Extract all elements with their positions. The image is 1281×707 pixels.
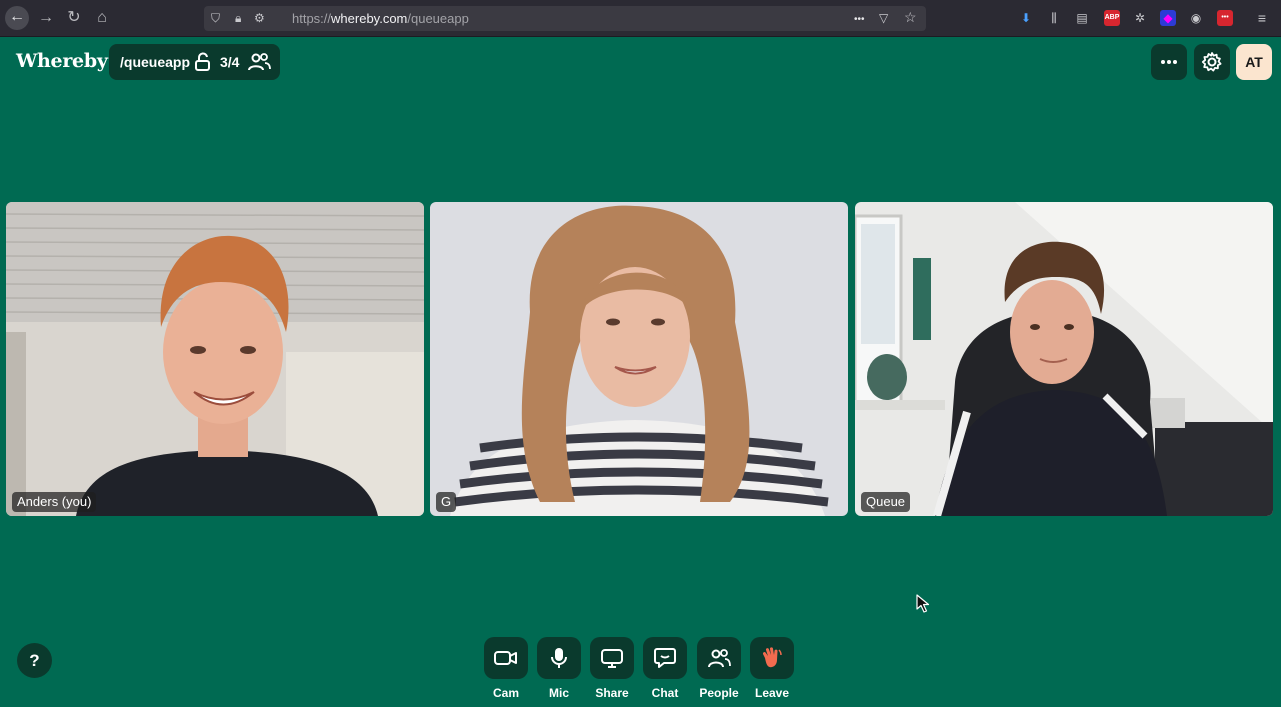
mouse-pointer-icon <box>916 594 930 613</box>
gear-icon <box>1201 52 1222 72</box>
url-host: whereby.com <box>331 11 408 26</box>
extension-color-icon[interactable]: ◆ <box>1160 10 1176 26</box>
participant-name-tag: Queue <box>861 492 911 512</box>
home-icon[interactable]: ⌂ <box>91 7 113 29</box>
people-icon <box>248 53 271 71</box>
url-prefix: https:// <box>292 11 332 26</box>
cam-button[interactable] <box>484 637 528 679</box>
leave-control[interactable]: Leave <box>750 637 794 700</box>
cam-control[interactable]: Cam <box>484 637 528 700</box>
url-text[interactable]: https://whereby.com/queueapp <box>292 11 469 26</box>
address-bar[interactable]: ⛉ 🔒︎ ⚙ https://whereby.com/queueapp ••• … <box>204 6 926 31</box>
more-options-button[interactable] <box>1151 44 1187 80</box>
microphone-icon <box>551 648 567 668</box>
chat-control[interactable]: Chat <box>643 637 687 700</box>
chat-bubble-icon <box>654 648 676 668</box>
sidebar-icon[interactable]: ▤ <box>1074 10 1090 26</box>
library-icon[interactable]: ⫼ <box>1046 10 1062 26</box>
room-info[interactable]: /queueapp 3/4 <box>109 44 280 80</box>
user-avatar[interactable]: AT <box>1236 44 1272 80</box>
settings-button[interactable] <box>1194 44 1230 80</box>
camera-icon <box>494 651 517 665</box>
whereby-logo: Whereby <box>16 50 108 72</box>
share-control[interactable]: Share <box>590 637 634 700</box>
participant-video <box>430 202 848 516</box>
more-dots-icon <box>1161 60 1177 64</box>
share-button[interactable] <box>590 637 634 679</box>
mic-control[interactable]: Mic <box>537 637 581 700</box>
video-tile-queue[interactable]: Queue <box>855 202 1273 516</box>
participant-video <box>6 202 424 516</box>
page-actions-icon[interactable]: ••• <box>854 11 865 28</box>
participant-video <box>855 202 1273 516</box>
mic-button[interactable] <box>537 637 581 679</box>
participant-name-tag: G <box>436 492 457 512</box>
leave-button[interactable] <box>750 637 794 679</box>
permissions-icon[interactable]: ⚙ <box>254 10 265 27</box>
video-tile-g[interactable]: G <box>430 202 848 516</box>
unlock-icon <box>195 52 210 71</box>
room-name: /queueapp <box>120 54 191 70</box>
download-icon[interactable]: ⬇ <box>1018 10 1034 26</box>
video-tile-anders[interactable]: Anders (you) <box>6 202 424 516</box>
forward-arrow-icon[interactable]: → <box>35 7 57 29</box>
menu-icon[interactable]: ≡ <box>1254 10 1270 26</box>
back-arrow-icon[interactable]: ← <box>5 6 29 30</box>
help-button[interactable]: ? <box>17 643 52 678</box>
people-button[interactable] <box>697 637 741 679</box>
people-control[interactable]: People <box>697 637 741 700</box>
chat-button[interactable] <box>643 637 687 679</box>
browser-toolbar: ← → ↻ ⌂ ⛉ 🔒︎ ⚙ https://whereby.com/queue… <box>0 0 1281 37</box>
people-icon <box>708 649 731 668</box>
reload-icon[interactable]: ↻ <box>63 7 85 29</box>
bookmark-star-icon[interactable]: ☆ <box>904 9 917 26</box>
extension-red-icon[interactable]: ••• <box>1217 10 1233 26</box>
account-icon[interactable]: ◉ <box>1188 10 1204 26</box>
leave-label: Leave <box>754 686 790 700</box>
adblock-icon[interactable]: ABP <box>1104 10 1120 26</box>
url-path: /queueapp <box>407 11 469 26</box>
pocket-icon[interactable]: ▽ <box>879 10 888 27</box>
screen-share-icon <box>601 649 623 668</box>
shield-icon[interactable]: ⛉ <box>211 10 220 27</box>
lock-icon[interactable]: 🔒︎ <box>235 10 241 27</box>
waving-hand-icon <box>762 647 782 668</box>
extension-icon[interactable]: ✲ <box>1132 10 1148 26</box>
participant-name-tag: Anders (you) <box>12 492 97 512</box>
participant-count: 3/4 <box>220 54 240 70</box>
